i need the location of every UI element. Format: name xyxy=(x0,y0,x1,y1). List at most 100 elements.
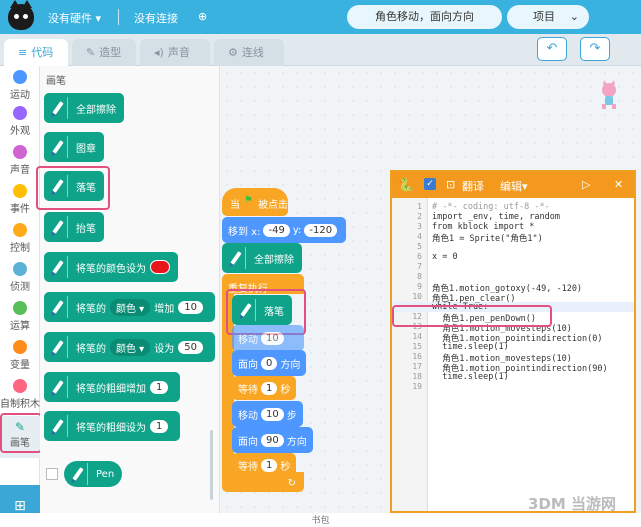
code-line: time.sleep(1) xyxy=(432,342,509,352)
tab-sound[interactable]: ◂) 声音 xyxy=(140,39,210,66)
code-line: time.sleep(1) xyxy=(432,372,509,382)
color-swatch[interactable] xyxy=(150,260,170,274)
wait-block-2[interactable]: 等待 1 秒 xyxy=(232,453,297,477)
point-direction-block-1[interactable]: 面向 0 方向 xyxy=(232,350,307,376)
extension-icon: ⊞ xyxy=(14,498,26,514)
goto-x-input[interactable]: -49 xyxy=(263,223,290,237)
wait-block-1[interactable]: 等待 1 秒 xyxy=(232,376,297,400)
direction-input-2[interactable]: 90 xyxy=(261,433,284,447)
pen-up-block[interactable]: 抬笔 xyxy=(44,212,104,242)
category-events[interactable]: 事件 xyxy=(0,184,40,215)
param-dropdown[interactable]: 颜色 ▾ xyxy=(110,298,151,316)
sensing-dot-icon xyxy=(13,262,27,276)
pen-icon xyxy=(48,376,68,398)
run-icon[interactable]: ▷ xyxy=(582,178,590,191)
size-set-input[interactable]: 1 xyxy=(150,419,169,433)
goto-xy-block[interactable]: 移到 x: -49 y: -120 xyxy=(222,217,347,243)
edit-menu[interactable]: 编辑▾ xyxy=(500,178,528,194)
pen-icon xyxy=(48,415,68,437)
tab-costume[interactable]: ✎ 造型 xyxy=(72,39,136,66)
terminal-icon[interactable]: ⊡ xyxy=(446,178,455,191)
globe-icon[interactable]: ⊕ xyxy=(198,10,207,23)
watermark: 3DM 当游网 xyxy=(528,495,617,513)
control-dot-icon xyxy=(13,223,27,237)
category-my-blocks[interactable]: 自制积木 xyxy=(0,379,40,410)
project-title-input[interactable]: 角色移动，面向方向 xyxy=(347,5,502,29)
code-line: import _env, time, random xyxy=(432,212,560,222)
pen-stamp-block[interactable]: 图章 xyxy=(44,132,104,162)
line-number: 6 xyxy=(417,252,422,261)
pen-reporter-checkbox[interactable] xyxy=(46,468,58,480)
param-dropdown[interactable]: 颜色 ▾ xyxy=(110,338,151,356)
pen-icon xyxy=(48,296,68,318)
highlight-pen-category xyxy=(0,413,42,453)
close-icon[interactable]: ✕ xyxy=(614,178,623,191)
translate-button[interactable]: 翻译 xyxy=(462,178,484,194)
loop-arrow-icon: ↻ xyxy=(287,478,296,489)
point-direction-block-2[interactable]: 面向 90 方向 xyxy=(232,427,313,453)
move-steps-block-2[interactable]: 移动 10 步 xyxy=(232,401,303,427)
backpack-bar[interactable]: 书包 xyxy=(0,513,641,527)
code-window-header: 🐍 ✓ ⊡ 翻译 编辑▾ ▷ ✕ xyxy=(392,172,634,198)
line-number: 9 xyxy=(417,282,422,291)
pen-icon xyxy=(48,136,68,158)
wiring-icon: ⚙ xyxy=(228,46,238,59)
code-line: from kblock import * xyxy=(432,222,535,232)
move-input-2[interactable]: 10 xyxy=(261,407,284,421)
set-pen-color-block[interactable]: 将笔的颜色设为 xyxy=(44,252,178,282)
pen-icon xyxy=(68,463,88,485)
category-control[interactable]: 控制 xyxy=(0,223,40,254)
divider xyxy=(118,9,119,25)
category-sound[interactable]: 声音 xyxy=(0,145,40,176)
tab-code[interactable]: ≡ 代码 xyxy=(4,39,68,66)
variables-dot-icon xyxy=(13,340,27,354)
app-logo xyxy=(8,0,34,30)
tab-wiring[interactable]: ⚙ 连线 xyxy=(214,39,284,66)
chevron-down-icon: ⌄ xyxy=(569,10,579,23)
pen-icon xyxy=(48,256,68,278)
redo-button[interactable]: ↷ xyxy=(580,37,610,61)
line-number: 14 xyxy=(412,332,422,341)
set-pen-param-block[interactable]: 将笔的 颜色 ▾ 设为 50 xyxy=(44,332,215,362)
line-number: 19 xyxy=(412,382,422,391)
pen-clear-block[interactable]: 全部擦除 xyxy=(44,93,124,123)
size-change-input[interactable]: 1 xyxy=(150,380,169,394)
category-looks[interactable]: 外观 xyxy=(0,106,40,137)
change-value-input[interactable]: 10 xyxy=(178,300,203,314)
project-menu-button[interactable]: 项目 ⌄ xyxy=(507,5,589,29)
category-motion[interactable]: 运动 xyxy=(0,70,40,101)
line-number: 3 xyxy=(417,222,422,231)
pen-extension-reporter[interactable]: Pen xyxy=(64,461,123,487)
goto-y-input[interactable]: -120 xyxy=(304,223,338,237)
green-flag-icon: ⚑ xyxy=(244,195,253,206)
line-number: 2 xyxy=(417,212,422,221)
palette-scrollbar[interactable] xyxy=(210,430,213,500)
operators-dot-icon xyxy=(13,301,27,315)
motion-dot-icon xyxy=(13,70,27,84)
connection-status[interactable]: 没有连接 xyxy=(134,10,178,26)
wait-input-1[interactable]: 1 xyxy=(261,381,278,395)
code-icon: ≡ xyxy=(18,46,28,59)
line-number: 4 xyxy=(417,232,422,241)
undo-button[interactable]: ↶ xyxy=(537,37,567,61)
script-clear-block[interactable]: 全部擦除 xyxy=(222,243,302,273)
change-pen-size-block[interactable]: 将笔的粗细增加 1 xyxy=(44,372,181,402)
line-number-gutter: 12345678910111213141516171819 xyxy=(392,198,428,511)
line-number: 18 xyxy=(412,372,422,381)
set-value-input[interactable]: 50 xyxy=(178,340,203,354)
checkbox-icon[interactable]: ✓ xyxy=(424,178,436,190)
highlight-pen-down-palette xyxy=(36,166,110,210)
hardware-menu[interactable]: 没有硬件 ▾ xyxy=(48,10,101,26)
python-code-window: 🐍 ✓ ⊡ 翻译 编辑▾ ▷ ✕ 12345678910111213141516… xyxy=(390,170,636,513)
category-sensing[interactable]: 侦测 xyxy=(0,262,40,293)
category-operators[interactable]: 运算 xyxy=(0,301,40,332)
wait-input-2[interactable]: 1 xyxy=(261,458,278,472)
change-pen-param-block[interactable]: 将笔的 颜色 ▾ 增加 10 xyxy=(44,292,215,322)
brush-icon: ✎ xyxy=(86,46,96,59)
direction-input-1[interactable]: 0 xyxy=(261,356,278,370)
set-pen-size-block[interactable]: 将笔的粗细设为 1 xyxy=(44,411,181,441)
code-line: x = 0 xyxy=(432,252,458,262)
when-flag-clicked-block[interactable]: 当 ⚑ 被点击 xyxy=(222,188,288,216)
category-variables[interactable]: 变量 xyxy=(0,340,40,371)
sprite-character-icon[interactable] xyxy=(596,80,622,110)
